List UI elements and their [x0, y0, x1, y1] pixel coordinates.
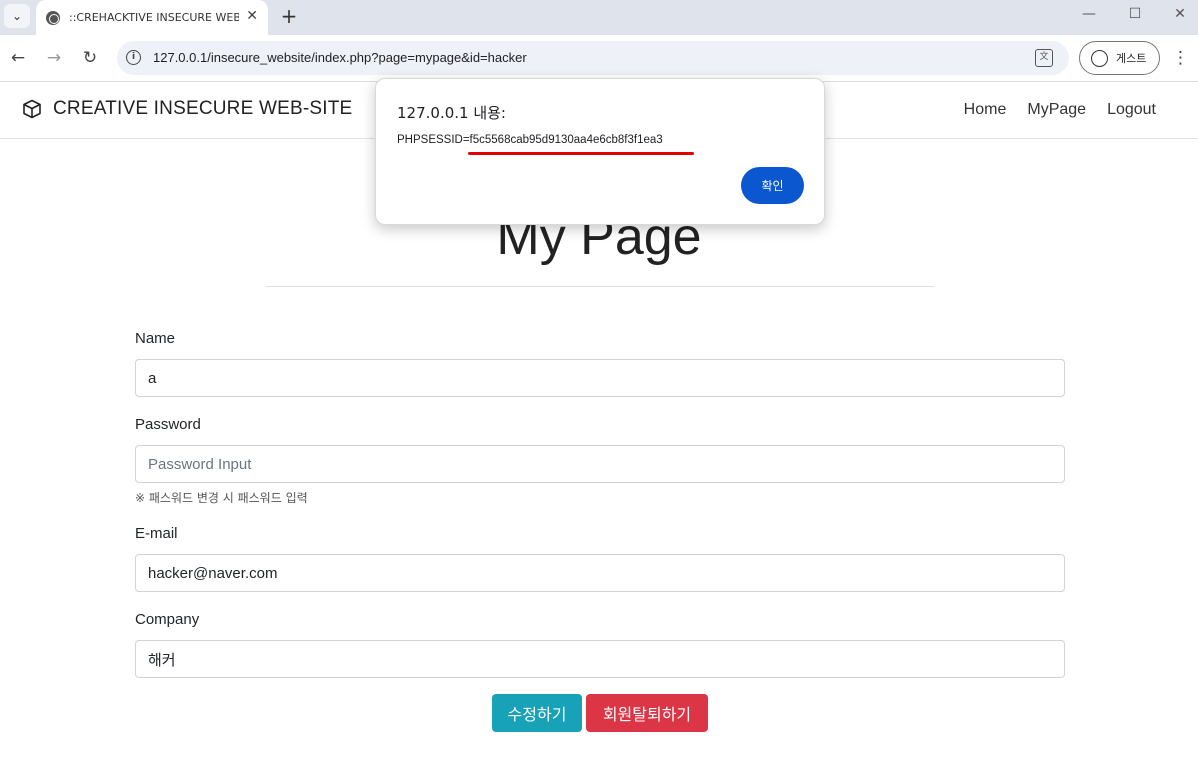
translate-icon[interactable]: 文	[1035, 49, 1053, 67]
forward-arrow-icon[interactable]: →	[43, 48, 65, 68]
brand-text: CREATIVE INSECURE WEB-SITE	[53, 98, 353, 119]
dialog-ok-button[interactable]: 확인	[741, 167, 804, 204]
minimize-button[interactable]: —	[1077, 6, 1101, 22]
maximize-button[interactable]: ☐	[1123, 6, 1147, 22]
tab-close-icon[interactable]: ✕	[246, 8, 258, 24]
nav-home[interactable]: Home	[964, 101, 1007, 119]
company-label: Company	[135, 611, 200, 628]
cube-icon	[23, 99, 41, 119]
name-label: Name	[135, 330, 176, 347]
profile-icon	[1091, 49, 1108, 67]
name-input[interactable]	[135, 359, 1065, 397]
guest-profile-button[interactable]: 게스트	[1079, 41, 1160, 75]
nav-links: Home MyPage Logout	[964, 101, 1156, 119]
delete-account-button[interactable]: 회원탈퇴하기	[586, 694, 708, 732]
nav-mypage[interactable]: MyPage	[1027, 101, 1086, 119]
password-hint: ※ 패스워드 변경 시 패스워드 입력	[135, 491, 308, 505]
dialog-title: 127.0.0.1 내용:	[397, 104, 506, 122]
url-text[interactable]: 127.0.0.1/insecure_website/index.php?pag…	[153, 50, 527, 65]
address-bar[interactable]: i 127.0.0.1/insecure_website/index.php?p…	[117, 41, 1069, 75]
window-close-button[interactable]: ✕	[1168, 6, 1192, 22]
company-input[interactable]	[135, 640, 1065, 678]
nav-logout[interactable]: Logout	[1107, 101, 1156, 119]
reload-icon[interactable]: ↻	[79, 48, 101, 68]
back-arrow-icon[interactable]: ←	[7, 48, 29, 68]
alert-dialog: 127.0.0.1 내용: PHPSESSID=f5c5568cab95d913…	[375, 78, 825, 225]
edit-button[interactable]: 수정하기	[492, 694, 582, 732]
password-label: Password	[135, 416, 201, 433]
globe-icon	[46, 10, 60, 25]
email-label: E-mail	[135, 525, 178, 542]
browser-menu-icon[interactable]: ⋮	[1172, 48, 1189, 68]
tab-title: ::CREHACKTIVE INSECURE WEB-SITE	[69, 11, 239, 24]
brand-link[interactable]: CREATIVE INSECURE WEB-SITE	[22, 98, 352, 120]
new-tab-button[interactable]: +	[278, 4, 300, 28]
red-underline-annotation	[468, 152, 694, 155]
tab-search-chevron-icon[interactable]: ⌄	[4, 4, 30, 28]
browser-tab[interactable]: ::CREHACKTIVE INSECURE WEB-SITE ✕	[36, 0, 268, 35]
guest-label: 게스트	[1116, 52, 1147, 65]
site-info-icon[interactable]: i	[126, 50, 141, 65]
email-input[interactable]	[135, 554, 1065, 592]
password-input[interactable]	[135, 445, 1065, 483]
browser-toolbar: ← → ↻ i 127.0.0.1/insecure_website/index…	[0, 35, 1198, 82]
dialog-message: PHPSESSID=f5c5568cab95d9130aa4e6cb8f3f1e…	[397, 134, 663, 146]
browser-tab-bar: ⌄ ::CREHACKTIVE INSECURE WEB-SITE ✕ + — …	[0, 0, 1198, 35]
title-divider	[266, 286, 934, 287]
